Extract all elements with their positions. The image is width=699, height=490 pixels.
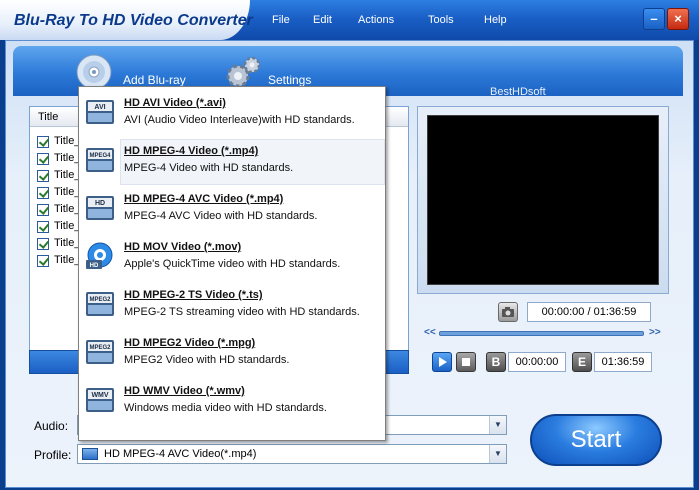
row-title: Title_ <box>54 186 81 198</box>
profile-option-mpeg4[interactable]: MPEG4 HD MPEG-4 Video (*.mp4) MPEG-4 Vid… <box>80 139 385 185</box>
profile-option-name: HD AVI Video (*.avi) <box>124 97 226 109</box>
profile-option-mpeg4-avc[interactable]: HD HD MPEG-4 AVC Video (*.mp4) MPEG-4 AV… <box>80 187 385 233</box>
stop-icon <box>462 358 470 366</box>
menu-help[interactable]: Help <box>484 14 507 30</box>
settings-button[interactable]: Settings <box>268 73 311 87</box>
row-checkbox[interactable] <box>37 221 49 233</box>
profile-dropdown[interactable]: AVI HD AVI Video (*.avi) AVI (Audio Vide… <box>78 86 386 441</box>
profile-option-mov[interactable]: HD HD MOV Video (*.mov) Apple's QuickTim… <box>80 235 385 281</box>
close-button[interactable]: × <box>667 8 689 30</box>
chevron-down-icon[interactable]: ▼ <box>489 445 506 463</box>
row-checkbox[interactable] <box>37 204 49 216</box>
mpeg2-icon: MPEG2 <box>86 340 114 364</box>
add-bluray-button[interactable]: Add Blu-ray <box>123 73 186 87</box>
playback-time: 00:00:00 / 01:36:59 <box>527 302 651 322</box>
profile-option-wmv[interactable]: WMV HD WMV Video (*.wmv) Windows media v… <box>80 379 385 425</box>
menu-actions[interactable]: Actions <box>358 14 394 30</box>
title-tab: Blu-Ray To HD Video Converter <box>0 0 253 40</box>
row-title: Title_ <box>54 254 81 266</box>
mpeg2-ts-icon: MPEG2 <box>86 292 114 316</box>
profile-format-icon <box>82 448 98 460</box>
row-title: Title_ <box>54 237 81 249</box>
mpeg2-badge: MPEG2 <box>89 345 111 351</box>
row-checkbox[interactable] <box>37 255 49 267</box>
row-title: Title_ <box>54 220 81 232</box>
quicktime-icon: HD <box>86 242 113 269</box>
row-title: Title_ <box>54 169 81 181</box>
play-button[interactable] <box>432 352 452 372</box>
profile-select[interactable]: HD MPEG-4 AVC Video(*.mp4) ▼ <box>77 444 507 464</box>
row-checkbox[interactable] <box>37 187 49 199</box>
row-title: Title_ <box>54 135 81 147</box>
menu-edit[interactable]: Edit <box>313 14 332 30</box>
profile-value: HD MPEG-4 AVC Video(*.mp4) <box>104 448 257 460</box>
profile-option-mpeg2[interactable]: MPEG2 HD MPEG2 Video (*.mpg) MPEG2 Video… <box>80 331 385 377</box>
minimize-button[interactable]: – <box>643 8 665 30</box>
profile-option-desc: Apple's QuickTime video with HD standard… <box>124 258 341 270</box>
profile-option-desc: MPEG-2 TS streaming video with HD standa… <box>124 306 360 318</box>
camera-icon <box>502 307 514 317</box>
audio-label: Audio: <box>34 419 69 433</box>
row-checkbox[interactable] <box>37 153 49 165</box>
profile-option-name: HD MOV Video (*.mov) <box>124 241 242 253</box>
mpeg4-icon: MPEG4 <box>86 148 114 172</box>
current-time: 00:00:00 <box>541 306 585 318</box>
mov-badge: HD <box>90 263 99 269</box>
profile-option-desc: MPEG-4 Video with HD standards. <box>124 162 294 174</box>
wmv-icon: WMV <box>86 388 114 412</box>
row-checkbox[interactable] <box>37 238 49 250</box>
row-checkbox[interactable] <box>37 136 49 148</box>
seek-back-icon[interactable]: << <box>424 327 436 338</box>
mpeg2-ts-badge: MPEG2 <box>89 297 111 303</box>
time-separator: / <box>587 306 591 318</box>
stop-button[interactable] <box>456 352 476 372</box>
avi-icon: AVI <box>86 100 114 124</box>
brand-label: BestHDsoft <box>490 86 546 98</box>
begin-time[interactable]: 00:00:00 <box>508 352 566 372</box>
start-button[interactable]: Start <box>530 414 662 466</box>
app-title: Blu-Ray To HD Video Converter <box>14 12 253 29</box>
mpeg4-avc-icon: HD <box>86 196 114 220</box>
snapshot-button[interactable] <box>498 302 518 322</box>
seek-forward-icon[interactable]: >> <box>649 327 661 338</box>
chevron-down-icon[interactable]: ▼ <box>489 416 506 434</box>
profile-option-mpeg2-ts[interactable]: MPEG2 HD MPEG-2 TS Video (*.ts) MPEG-2 T… <box>80 283 385 329</box>
row-title: Title_ <box>54 203 81 215</box>
set-end-button[interactable]: E <box>572 352 592 372</box>
mpeg4-badge: MPEG4 <box>89 153 111 159</box>
profile-option-desc: Windows media video with HD standards. <box>124 402 327 414</box>
total-time: 01:36:59 <box>593 306 637 318</box>
profile-option-avi[interactable]: AVI HD AVI Video (*.avi) AVI (Audio Vide… <box>80 91 385 137</box>
row-title: Title_ <box>54 152 81 164</box>
profile-option-name: HD WMV Video (*.wmv) <box>124 385 245 397</box>
mpeg4-avc-badge: HD <box>95 200 105 207</box>
profile-option-desc: AVI (Audio Video Interleave)with HD stan… <box>124 114 355 126</box>
profile-label: Profile: <box>34 448 72 462</box>
profile-option-name: HD MPEG-2 TS Video (*.ts) <box>124 289 263 301</box>
set-begin-button[interactable]: B <box>486 352 506 372</box>
profile-option-desc: MPEG2 Video with HD standards. <box>124 354 290 366</box>
column-title[interactable]: Title <box>38 111 58 123</box>
profile-option-name: HD MPEG2 Video (*.mpg) <box>124 337 256 349</box>
profile-option-name: HD MPEG-4 Video (*.mp4) <box>124 145 259 157</box>
preview-screen <box>427 115 659 285</box>
title-bar: Blu-Ray To HD Video Converter File Edit … <box>0 0 699 40</box>
profile-option-desc: MPEG-4 AVC Video with HD standards. <box>124 210 318 222</box>
menu-tools[interactable]: Tools <box>428 14 454 30</box>
avi-badge: AVI <box>94 104 105 111</box>
profile-option-name: HD MPEG-4 AVC Video (*.mp4) <box>124 193 284 205</box>
row-checkbox[interactable] <box>37 170 49 182</box>
seek-slider[interactable] <box>439 331 644 336</box>
end-time[interactable]: 01:36:59 <box>594 352 652 372</box>
wmv-badge: WMV <box>91 392 108 399</box>
menu-file[interactable]: File <box>272 14 290 30</box>
gear-icon[interactable] <box>224 54 264 90</box>
play-icon <box>439 357 447 367</box>
